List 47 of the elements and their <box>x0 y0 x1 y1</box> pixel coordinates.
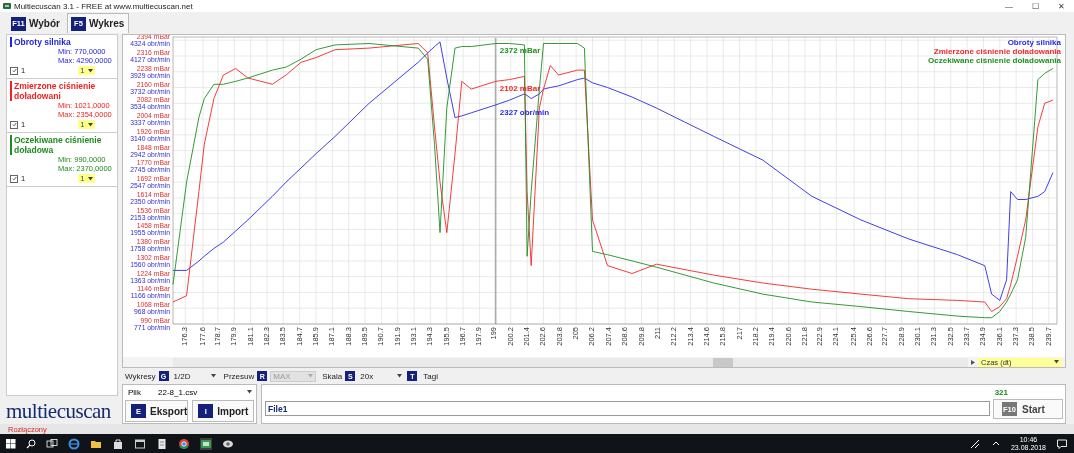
control-label: Wykresy <box>125 371 156 381</box>
caret-icon <box>397 374 403 378</box>
record-count: 321 <box>994 387 1008 399</box>
caret-icon <box>88 176 94 181</box>
close-button[interactable]: ✕ <box>1048 1 1074 11</box>
window-icon[interactable] <box>134 437 146 450</box>
window-title: Multiecuscan 3.1 - FREE at www.multiecuscan.net <box>14 1 194 11</box>
logo: multiecuscan <box>6 399 112 424</box>
sensor-name: Oczekiwane ciśnienie doładowa <box>10 135 115 155</box>
caret-icon <box>88 68 94 73</box>
minimize-button[interactable]: — <box>996 1 1022 11</box>
control-label: Skala <box>322 371 343 381</box>
chrome-icon[interactable] <box>178 437 190 450</box>
maximize-button[interactable]: ☐ <box>1022 1 1048 11</box>
sensor-name: Zmierzone ciśnienie doładowani <box>10 81 115 101</box>
notification-icon[interactable] <box>1056 437 1068 450</box>
scroll-thumb[interactable] <box>713 357 733 367</box>
sensor-name: Obroty silnika <box>10 37 115 47</box>
legend-label: Zmierzone ciśnienie doładowania <box>933 47 1061 56</box>
scroll-bar[interactable] <box>173 357 968 367</box>
legend-label: Obroty silnika <box>1007 38 1061 47</box>
caret-icon <box>88 122 94 127</box>
caret-icon <box>247 390 252 394</box>
file-name-field[interactable]: File1 <box>265 401 990 416</box>
checkbox[interactable] <box>10 120 18 129</box>
bag-icon[interactable] <box>112 437 124 450</box>
browser-icon[interactable] <box>68 437 80 450</box>
task-view-icon[interactable] <box>46 437 58 450</box>
caret-icon <box>210 374 216 378</box>
search-icon[interactable] <box>26 437 36 450</box>
legend-label: Oczekiwane ciśnienie doładowania <box>928 56 1061 65</box>
tags-toggle[interactable]: Tagi <box>423 371 438 381</box>
dropdown[interactable]: 20x <box>358 370 405 382</box>
arrow-right-icon[interactable] <box>971 359 975 365</box>
app-icon <box>3 2 11 10</box>
checkbox[interactable] <box>10 174 18 183</box>
windows-icon[interactable] <box>6 437 16 450</box>
app-icon[interactable] <box>200 437 212 450</box>
document-icon[interactable] <box>156 437 168 450</box>
network-icon[interactable] <box>968 437 981 450</box>
dropdown[interactable]: 1/2D <box>171 370 218 382</box>
file-label: Plik <box>127 387 142 397</box>
control-label: Przesuw <box>223 371 255 381</box>
file-dropdown[interactable]: 22-8_1.csv <box>158 387 254 397</box>
caret-icon <box>308 374 314 378</box>
caret-icon <box>1054 360 1059 364</box>
checkbox[interactable] <box>10 66 18 75</box>
